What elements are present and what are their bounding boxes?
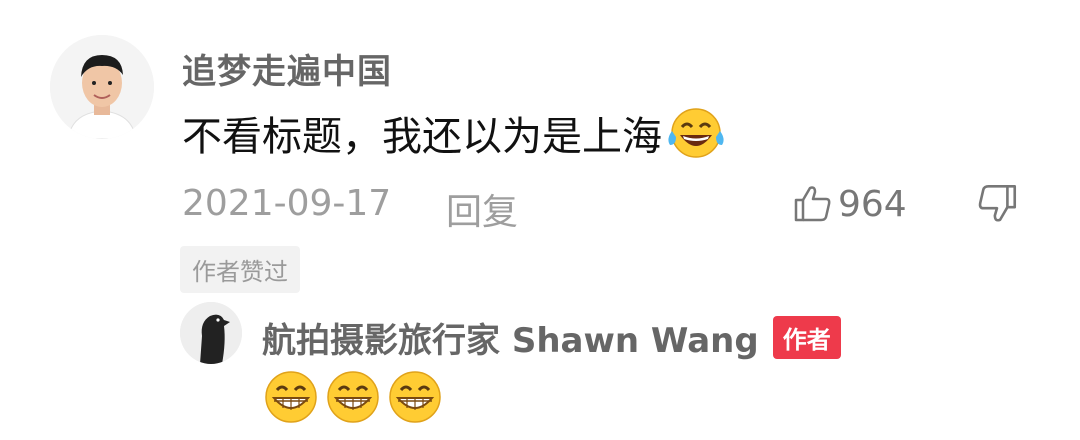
grin-emoji-icon <box>265 371 317 423</box>
author-username[interactable]: 航拍摄影旅行家 Shawn Wang <box>262 313 759 362</box>
laughing-tears-emoji-icon <box>664 105 728 161</box>
grin-emoji-icon <box>389 371 441 423</box>
author-reply-header: 航拍摄影旅行家 Shawn Wang 作者 <box>262 313 841 362</box>
comment-date: 2021-09-17 <box>182 183 392 224</box>
reply-button[interactable]: 回复 <box>446 183 518 235</box>
person-photo-icon <box>50 35 154 139</box>
commenter-username[interactable]: 追梦走遍中国 <box>182 44 392 93</box>
author-liked-tag: 作者赞过 <box>180 246 300 293</box>
author-reply-emojis <box>262 368 444 426</box>
author-badge: 作者 <box>772 316 841 359</box>
like-button[interactable]: 964 <box>790 180 907 228</box>
commenter-avatar[interactable] <box>50 35 154 139</box>
bird-silhouette-icon <box>180 302 242 364</box>
comment-body: 不看标题，我还以为是上海 <box>182 104 728 162</box>
thumbs-up-icon <box>794 186 831 222</box>
comment-text: 不看标题，我还以为是上海 <box>182 114 662 160</box>
thumbs-down-icon <box>978 184 1017 222</box>
author-avatar[interactable] <box>180 302 242 364</box>
like-count: 964 <box>838 183 907 225</box>
dislike-button[interactable] <box>975 180 1021 230</box>
grin-emoji-icon <box>327 371 379 423</box>
